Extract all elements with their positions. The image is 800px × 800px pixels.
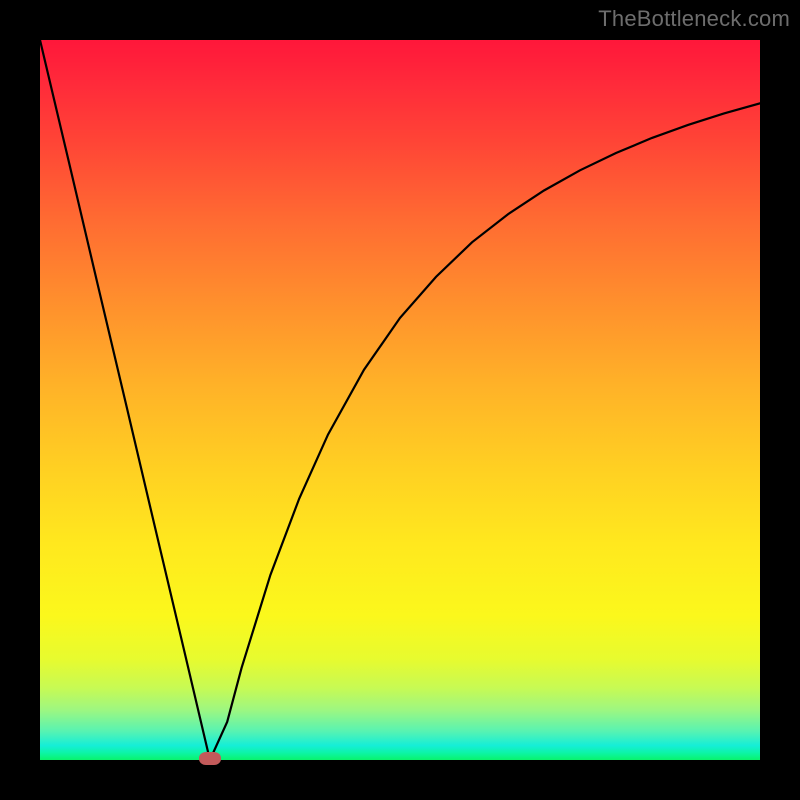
minimum-marker xyxy=(199,752,221,765)
chart-frame: TheBottleneck.com xyxy=(0,0,800,800)
chart-plot-area xyxy=(40,40,760,760)
chart-curve-layer xyxy=(40,40,760,760)
bottleneck-curve xyxy=(40,40,760,760)
watermark-text: TheBottleneck.com xyxy=(598,6,790,32)
